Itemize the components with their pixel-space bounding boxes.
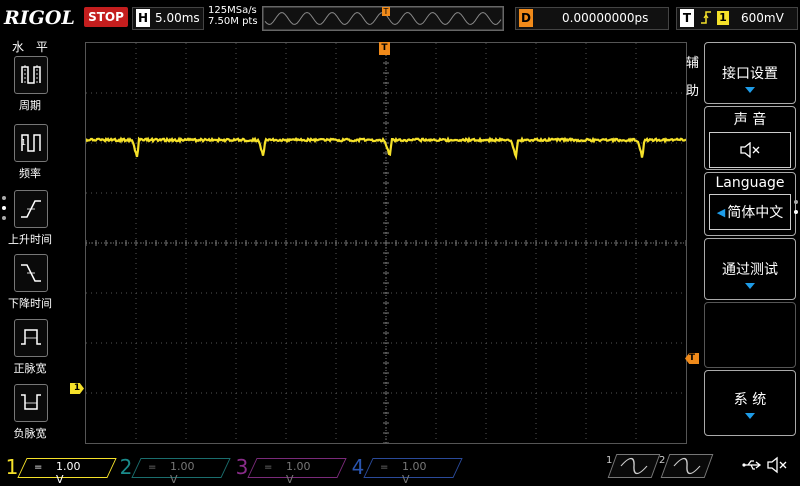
period-icon xyxy=(14,56,48,94)
negative-width-icon xyxy=(14,384,48,422)
page-dot xyxy=(794,200,798,204)
delay-value: 0.00000000ps xyxy=(562,11,648,25)
sound-label: 声 音 xyxy=(705,109,795,129)
language-value-box: ◀ 简体中文 xyxy=(709,194,791,230)
trigger-level: 600mV xyxy=(741,11,784,25)
measure-fall-time-button[interactable]: 下降时间 xyxy=(10,254,50,311)
timebase-value: 5.00ms xyxy=(155,11,200,25)
dc-coupling-icon: = xyxy=(34,462,42,473)
system-label: 系 统 xyxy=(705,389,795,409)
page-dot xyxy=(2,196,6,200)
measure-menu-title: 水 平 xyxy=(12,38,52,55)
memory-depth: 7.50M pts xyxy=(208,16,258,27)
trigger-level-marker[interactable]: T xyxy=(685,353,699,364)
measure-positive-width-button[interactable]: 正脉宽 xyxy=(10,319,50,376)
timebase-letter: H xyxy=(136,9,150,27)
measure-period-label: 周期 xyxy=(2,97,58,113)
generator1-number: 1 xyxy=(606,455,612,466)
language-value: 简体中文 xyxy=(727,202,783,222)
frequency-icon: 1 xyxy=(14,124,48,162)
page-indicator xyxy=(2,196,7,226)
right-page-indicator xyxy=(794,200,799,220)
fall-time-icon xyxy=(14,254,48,292)
trigger-box[interactable]: T 1 600mV xyxy=(676,7,798,30)
brand-logo: RIGOL xyxy=(4,7,75,29)
svg-text:1: 1 xyxy=(21,138,26,147)
measure-frequency-button[interactable]: 1 频率 xyxy=(10,124,50,181)
system-button[interactable]: 系 统 xyxy=(704,370,796,436)
utility-menu-title: 辅助 xyxy=(686,50,704,106)
chevron-down-icon xyxy=(745,87,755,93)
measure-rise-time-button[interactable]: 上升时间 xyxy=(10,190,50,247)
timebase-box[interactable]: H 5.00ms xyxy=(132,7,204,30)
top-status-bar: RIGOL STOP H 5.00ms 125MSa/s 7.50M pts T… xyxy=(0,0,800,36)
chevron-down-icon xyxy=(745,283,755,289)
measure-negative-width-button[interactable]: 负脉宽 xyxy=(10,384,50,441)
chevron-left-icon: ◀ xyxy=(717,206,725,219)
positive-width-icon xyxy=(14,319,48,357)
trigger-time-marker[interactable]: T xyxy=(379,42,390,55)
interface-settings-label: 接口设置 xyxy=(705,63,795,83)
rise-time-icon xyxy=(14,190,48,228)
speaker-mute-icon xyxy=(709,132,791,168)
interface-settings-button[interactable]: 接口设置 xyxy=(704,42,796,104)
graticule xyxy=(86,43,686,443)
generator2-number: 2 xyxy=(659,455,665,466)
measure-period-button[interactable]: 周期 xyxy=(10,56,50,113)
usb-icon xyxy=(742,458,762,476)
dc-coupling-icon: = xyxy=(380,462,388,473)
run-stop-status[interactable]: STOP xyxy=(84,7,128,27)
channel4-scale: 1.00 V xyxy=(402,460,427,486)
pass-fail-button[interactable]: 通过测试 xyxy=(704,238,796,300)
dc-coupling-icon: = xyxy=(148,462,156,473)
speaker-mute-icon[interactable] xyxy=(766,456,788,478)
waveform-display[interactable] xyxy=(85,42,687,444)
trigger-letter: T xyxy=(680,9,694,27)
delay-letter: D xyxy=(519,9,533,27)
delay-box[interactable]: D 0.00000000ps xyxy=(515,7,669,30)
generator2-sine-icon[interactable] xyxy=(661,454,714,478)
measure-positive-width-label: 正脉宽 xyxy=(2,360,58,376)
measure-rise-time-label: 上升时间 xyxy=(2,231,58,247)
dc-coupling-icon: = xyxy=(264,462,272,473)
language-label: Language xyxy=(705,175,795,191)
generator1-sine-icon[interactable] xyxy=(608,454,661,478)
measure-negative-width-label: 负脉宽 xyxy=(2,425,58,441)
rising-edge-icon xyxy=(699,9,713,31)
trigger-source: 1 xyxy=(717,11,729,25)
channel2-scale: 1.00 V xyxy=(170,460,195,486)
sound-button[interactable]: 声 音 xyxy=(704,106,796,170)
measure-fall-time-label: 下降时间 xyxy=(2,295,58,311)
channel3-scale: 1.00 V xyxy=(286,460,311,486)
sample-rate: 125MSa/s xyxy=(208,5,257,16)
measure-menu: 水 平 周期 1 频率 上升时间 下降时间 正脉宽 负脉宽 xyxy=(0,36,60,450)
empty-softkey[interactable] xyxy=(704,302,796,368)
page-dot xyxy=(2,206,6,210)
chevron-down-icon xyxy=(745,413,755,419)
language-button[interactable]: Language ◀ 简体中文 xyxy=(704,172,796,236)
page-dot xyxy=(794,210,798,214)
channel1-offset-marker[interactable]: 1 xyxy=(70,383,84,394)
page-dot xyxy=(2,216,6,220)
measure-frequency-label: 频率 xyxy=(2,165,58,181)
channel1-scale: 1.00 V xyxy=(56,460,81,486)
trigger-position-marker: T xyxy=(382,7,390,16)
pass-fail-label: 通过测试 xyxy=(705,259,795,279)
